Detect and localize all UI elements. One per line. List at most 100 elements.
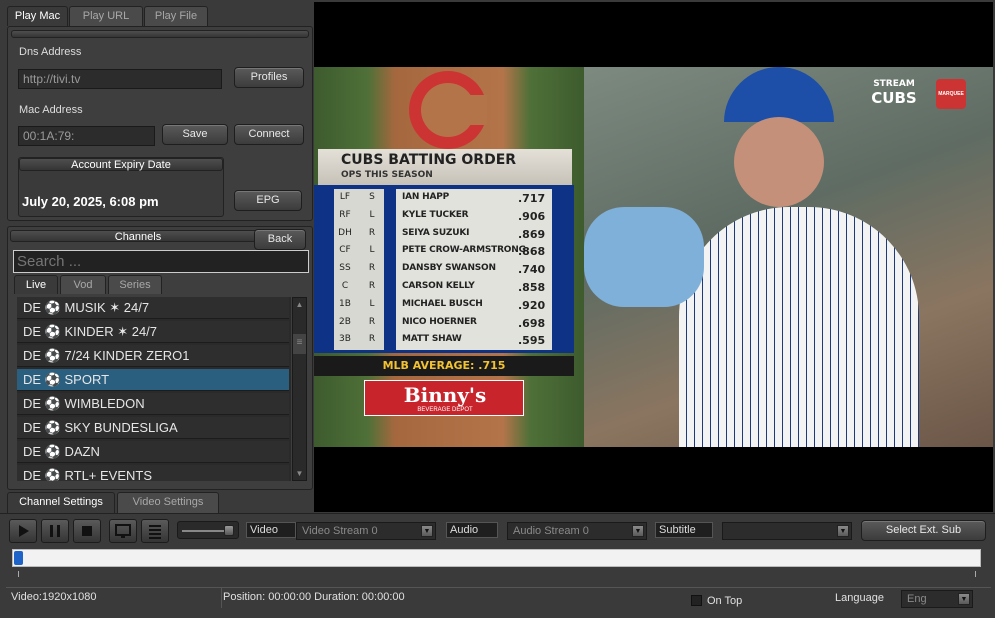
dns-input[interactable]: http://tivi.tv [18,69,222,89]
channel-item[interactable]: DE ⚽ WIMBLEDON [17,393,289,415]
channel-item[interactable]: DE ⚽ SKY BUNDESLIGA [17,417,289,439]
stop-button[interactable] [73,519,101,543]
lineup-ops: .906 [518,209,546,223]
lineup-bats: L [369,245,375,256]
batting-helmet [724,67,834,122]
player-face [734,117,824,207]
status-bar: Video:1920x1080 Position: 00:00:00 Durat… [6,587,991,611]
marquee-logo: MARQUEE [936,79,966,109]
channel-item[interactable]: DE ⚽ 7/24 KINDER ZERO1 [17,345,289,367]
lineup-bats: R [368,281,376,291]
back-button[interactable]: Back [254,229,306,250]
volume-slider[interactable] [177,521,239,539]
language-label: Language [835,592,884,604]
broadcast-scene: STREAM CUBS MARQUEE [584,67,993,447]
pause-icon [50,525,60,537]
channel-item[interactable]: DE ⚽ DAZN [17,441,289,463]
scroll-down-icon[interactable]: ▼ [293,467,306,480]
settings-tabs: Channel Settings Video Settings [7,492,313,513]
connect-button[interactable]: Connect [234,124,304,145]
lineup-player: NICO HOERNER [402,316,477,327]
epg-button[interactable]: EPG [234,190,302,211]
search-input[interactable] [13,250,309,273]
channels-panel: Channels Back Live Vod Series DE ⚽ MUSIK… [7,226,313,490]
video-viewport[interactable]: CUBS BATTING ORDER OPS THIS SEASON LF S IA… [314,2,993,512]
channel-item-selected[interactable]: DE ⚽ SPORT [17,369,289,391]
lineup-ops: .858 [518,281,546,294]
save-button[interactable]: Save [162,124,228,145]
lineup-player: KYLE TUCKER [402,209,469,220]
lineup-position: SS [339,263,351,274]
position-duration: Position: 00:00:00 Duration: 00:00:00 [223,591,405,603]
play-button[interactable] [9,519,37,543]
tab-video-settings[interactable]: Video Settings [117,492,219,513]
mac-input[interactable]: 00:1A:79: [18,126,155,146]
tab-play-url[interactable]: Play URL [69,6,143,26]
batting-order-graphic: CUBS BATTING ORDER OPS THIS SEASON LF S IA… [314,67,584,447]
mlb-average-bar: MLB AVERAGE: .715 [314,356,574,376]
channel-scrollbar[interactable]: ▲ ≡ ▼ [292,297,307,481]
lineup-player: SEIYA SUZUKI [402,227,470,238]
lineup-ops: .717 [518,192,546,205]
lineup-position: 1B [339,298,351,309]
category-tabs: Live Vod Series [14,275,310,295]
player-jersey [679,207,919,447]
subtitle-select[interactable]: ▼ [722,522,852,540]
lineup-player: MATT SHAW [402,334,462,345]
channel-item[interactable]: DE ⚽ KINDER ✶ 24/7 [17,321,289,343]
stream-bug: STREAM CUBS [864,79,924,107]
monitor-icon [115,524,131,538]
bug-top: STREAM [873,79,915,89]
sponsor-name: Binny's [403,383,487,407]
mac-label: Mac Address [19,104,83,116]
audio-label: Audio [446,522,498,538]
lineup-ops: .698 [518,316,546,330]
play-icon [19,525,29,537]
stop-icon [82,526,92,536]
tab-live[interactable]: Live [14,275,58,294]
scroll-thumb[interactable]: ≡ [293,334,306,354]
lineup-bats: R [368,316,376,327]
lineup-player: DANSBY SWANSON [402,263,496,274]
lineup-position: DH [338,227,352,238]
tab-play-file[interactable]: Play File [144,6,208,26]
scroll-up-icon[interactable]: ▲ [293,298,306,311]
video-stream-select[interactable]: Video Stream 0 ▼ [296,522,436,540]
lineup-ops: .920 [518,298,546,312]
tab-channel-settings[interactable]: Channel Settings [7,492,115,513]
lineup-position: LF [339,192,351,202]
tab-vod[interactable]: Vod [60,275,106,294]
lineup-heading: CUBS BATTING ORDER [341,152,517,168]
audio-stream-select[interactable]: Audio Stream 0 ▼ [507,522,647,540]
lineup-ops: .868 [518,245,546,259]
dns-label: Dns Address [19,46,82,58]
cubs-logo [409,71,487,149]
profiles-button[interactable]: Profiles [234,67,304,88]
tab-play-mac[interactable]: Play Mac [7,6,68,26]
lineup-header: CUBS BATTING ORDER OPS THIS SEASON [318,149,572,185]
select-ext-sub-button[interactable]: Select Ext. Sub [861,520,986,541]
on-top-checkbox[interactable] [691,595,702,606]
expiry-box: Account Expiry Date July 20, 2025, 6:08 … [18,157,224,217]
lineup-bats: R [368,334,376,345]
seek-handle[interactable] [14,551,23,565]
video-frame: CUBS BATTING ORDER OPS THIS SEASON LF S IA… [314,67,993,447]
channel-item[interactable]: DE ⚽ RTL+ EVENTS [17,465,289,481]
expiry-title: Account Expiry Date [19,158,223,171]
video-resolution: Video:1920x1080 [11,591,97,603]
source-tabs: Play Mac Play URL Play File [7,6,313,27]
lineup-player: CARSON KELLY [402,281,475,291]
seek-bar[interactable] [12,549,981,567]
lineup-bats: L [369,209,375,220]
channel-list: DE ⚽ MUSIK ✶ 24/7 DE ⚽ KINDER ✶ 24/7 DE … [17,297,291,481]
lineup-position: C [341,281,349,291]
screen-button[interactable] [109,519,137,543]
playlist-button[interactable] [141,519,169,543]
tab-series[interactable]: Series [108,275,162,294]
pause-button[interactable] [41,519,69,543]
channel-item[interactable]: DE ⚽ MUSIK ✶ 24/7 [17,297,289,319]
expiry-value: July 20, 2025, 6:08 pm [22,194,159,209]
language-select[interactable]: Eng ▼ [901,590,973,608]
volume-handle[interactable] [224,525,234,536]
lineup-position: 3B [339,334,351,345]
